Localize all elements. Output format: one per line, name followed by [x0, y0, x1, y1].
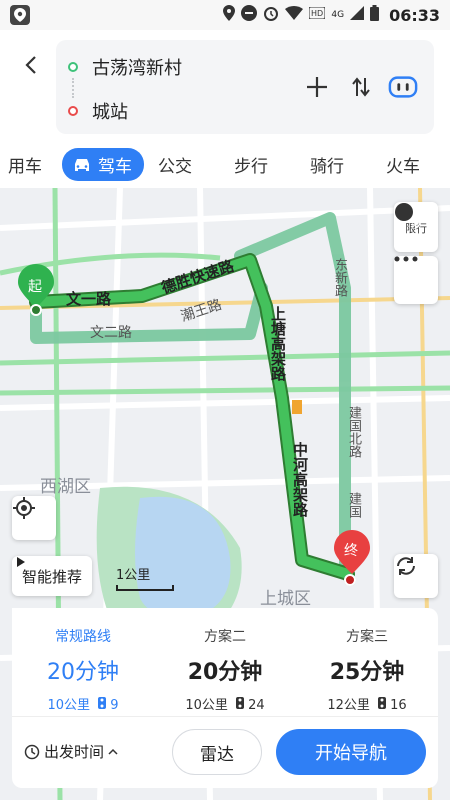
crosshair-icon: [13, 497, 35, 519]
destination-label: 城站: [92, 102, 128, 123]
chevron-up-icon: [108, 748, 118, 755]
tab-walking[interactable]: 步行: [234, 152, 268, 177]
destination-dot-icon: [68, 106, 78, 116]
plan-distance: 10公里: [47, 698, 90, 713]
traffic-light-icon: [378, 697, 386, 709]
scale-label: 1公里: [116, 568, 151, 583]
tab-train[interactable]: 火车: [386, 152, 420, 177]
traffic-light-icon: [236, 697, 244, 709]
plan-duration: 20分钟: [47, 660, 119, 685]
route-input-card: 古荡湾新村 城站: [56, 40, 434, 134]
district-label-xihu: 西湖区: [40, 477, 91, 497]
plan-distance: 12公里: [327, 698, 370, 713]
destination-field[interactable]: 城站: [68, 98, 128, 124]
route-plans-panel: 常规路线 20分钟 10公里 9 方案二 20分钟 10公里 24 方案三 25…: [12, 608, 438, 716]
origin-label: 古荡湾新村: [92, 58, 182, 79]
clock-icon: [24, 744, 40, 759]
locate-me-button[interactable]: [12, 496, 56, 540]
radar-button[interactable]: 雷达: [172, 729, 262, 775]
play-arrow-icon: [17, 557, 25, 567]
svg-text:HD: HD: [311, 9, 323, 18]
back-button[interactable]: [16, 50, 46, 80]
map-app-icon: [10, 5, 30, 25]
plan-duration: 20分钟: [187, 660, 263, 685]
more-options-button[interactable]: [394, 256, 438, 304]
traffic-light-icon: [98, 697, 107, 709]
smart-recommend-button[interactable]: 智能推荐: [12, 556, 93, 596]
smart-recommend-label: 智能推荐: [22, 567, 83, 586]
refresh-route-button[interactable]: [394, 554, 438, 598]
road-label-shangtang: 上塘高架路: [269, 306, 287, 381]
hd-icon: HD: [308, 6, 326, 23]
plan-meta: 10公里 24: [154, 694, 296, 713]
tab-ride-hailing[interactable]: 用车: [8, 152, 42, 177]
location-icon: [223, 5, 236, 25]
origin-dot-icon: [68, 62, 78, 72]
tab-cycling[interactable]: 骑行: [310, 152, 344, 177]
start-marker-label: 起: [28, 279, 42, 295]
tab-driving[interactable]: 驾车: [62, 148, 144, 181]
route-plan-option[interactable]: 常规路线 20分钟 10公里 9: [12, 608, 154, 716]
restriction-icon-text: 限: [411, 220, 421, 231]
swap-route-button[interactable]: [346, 72, 376, 102]
status-time: 06:33: [389, 5, 440, 25]
refresh-icon: [397, 557, 415, 575]
tab-transit[interactable]: 公交: [158, 152, 192, 177]
road-label-jianguo2: 建国: [346, 492, 361, 518]
route-plan-option[interactable]: 方案二 20分钟 10公里 24: [154, 608, 296, 716]
tab-driving-label: 驾车: [98, 157, 132, 177]
plan-lights: 16: [390, 698, 407, 713]
wifi-icon: [285, 6, 304, 24]
traffic-restriction-button[interactable]: 限 限行: [394, 202, 438, 252]
assistant-icon: [388, 76, 418, 98]
action-bar: 出发时间 雷达 开始导航: [12, 716, 438, 788]
plan-meta: 10公里 9: [12, 694, 154, 713]
scale-bar: [116, 585, 174, 591]
road-label-wener: 文二路: [90, 325, 132, 341]
signal-type: 4G: [331, 10, 345, 20]
route-header: 古荡湾新村 城站: [0, 30, 450, 140]
departure-time-label: 出发时间: [44, 743, 105, 761]
start-navigation-button[interactable]: 开始导航: [276, 729, 426, 775]
do-not-disturb-icon: [241, 5, 258, 25]
road-label-jianguo: 建国北路: [346, 406, 361, 458]
plan-name: 方案三: [346, 629, 388, 645]
route-connector: [72, 78, 74, 98]
plan-lights: 24: [248, 698, 265, 713]
car-icon: [75, 158, 89, 171]
transport-tabs: 用车 驾车 公交 步行 骑行 火车: [0, 140, 450, 188]
origin-field[interactable]: 古荡湾新村: [68, 54, 182, 80]
end-marker-label: 终: [344, 543, 358, 559]
road-label-dongxin: 东新路: [332, 258, 347, 297]
plan-name: 方案二: [204, 629, 246, 645]
more-dots-icon: [394, 256, 418, 262]
plan-meta: 12公里 16: [296, 694, 438, 713]
map-scale: 1公里: [116, 564, 174, 591]
voice-assistant-button[interactable]: [388, 72, 418, 102]
alarm-icon: [263, 5, 279, 25]
departure-time-button[interactable]: 出发时间: [24, 741, 118, 762]
plan-lights: 9: [110, 698, 119, 713]
district-label-shangcheng: 上城区: [260, 589, 311, 609]
battery-icon: [370, 5, 380, 25]
add-waypoint-button[interactable]: [302, 72, 332, 102]
plus-icon: [307, 77, 327, 97]
plan-duration: 25分钟: [329, 660, 405, 685]
plan-distance: 10公里: [185, 698, 228, 713]
signal-icon: [350, 6, 365, 24]
road-label-zhonghe: 中河高架路: [291, 442, 309, 517]
plan-name: 常规路线: [55, 629, 111, 645]
road-label-wenyi: 文一路: [66, 290, 112, 308]
route-plan-option[interactable]: 方案三 25分钟 12公里 16: [296, 608, 438, 716]
status-bar: HD 4G 06:33: [0, 0, 450, 30]
chevron-left-icon: [25, 56, 36, 74]
swap-icon: [352, 77, 370, 97]
